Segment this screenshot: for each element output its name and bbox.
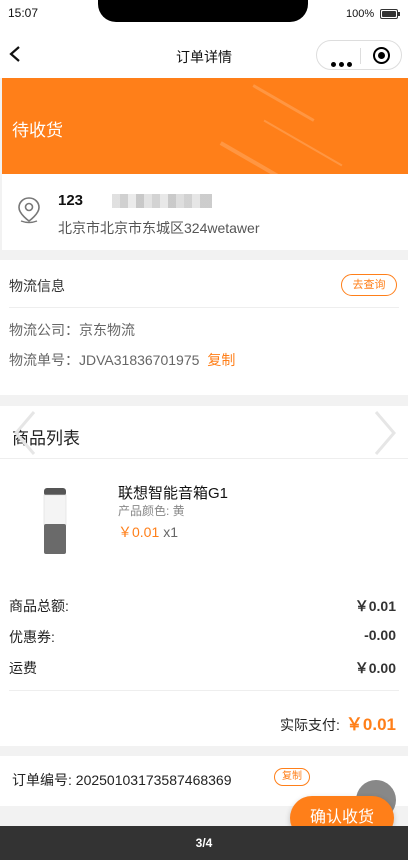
tracking-number-row: 物流单号：JDVA31836701975 复制 — [9, 350, 235, 370]
product-image[interactable] — [38, 486, 72, 556]
summary-label: 运费 — [9, 660, 37, 676]
chevron-left-icon[interactable] — [4, 408, 44, 458]
product-price-row: ￥0.01 x1 — [118, 522, 178, 542]
location-pin-icon — [18, 197, 40, 224]
status-bar: 15:07 100% — [0, 0, 408, 30]
shipping-address-text: 北京市北京市东城区324wetawer — [58, 220, 260, 236]
summary-value: -0.00 — [364, 627, 396, 643]
logistics-company-row: 物流公司：京东物流 — [9, 320, 135, 340]
divider — [0, 458, 408, 459]
capsule-divider — [360, 48, 361, 64]
summary-label: 优惠券: — [9, 629, 55, 645]
track-logistics-button[interactable]: 去查询 — [341, 274, 397, 296]
actual-payment-label: 实际支付: — [280, 717, 340, 733]
shipping-address-card[interactable]: 123 北京市北京市东城区324wetawer — [2, 174, 408, 250]
product-quantity: x1 — [163, 524, 179, 540]
banner-streak-decoration — [252, 84, 315, 122]
product-price: ￥0.01 — [118, 524, 160, 540]
battery-icon — [380, 9, 400, 19]
copy-order-number-button[interactable]: 复制 — [274, 768, 310, 786]
close-mini-program-icon[interactable] — [373, 47, 390, 64]
summary-row-coupon: 优惠券: -0.00 — [9, 627, 396, 647]
actual-payment-amount: ￥0.01 — [345, 715, 396, 734]
divider — [9, 307, 399, 308]
summary-value: ￥0.01 — [354, 598, 396, 614]
order-status-label: 待收货 — [12, 121, 63, 140]
logistics-company-value: 京东物流 — [79, 322, 135, 338]
order-number-text: 订单编号: 20250103173587468369 — [12, 772, 232, 788]
more-menu-icon[interactable] — [331, 54, 355, 72]
summary-value: ￥0.00 — [354, 660, 396, 676]
logistics-title: 物流信息 — [9, 278, 65, 294]
logistics-section: 物流信息 去查询 物流公司：京东物流 物流单号：JDVA31836701975 复… — [0, 260, 408, 395]
battery-percent: 100% — [346, 8, 375, 20]
clock: 15:07 — [8, 6, 39, 20]
banner-streak-decoration — [263, 119, 343, 167]
order-status-banner: 待收货 — [2, 78, 408, 174]
summary-row-subtotal: 商品总额: ￥0.01 — [9, 596, 396, 616]
recipient-phone-redacted — [112, 194, 212, 208]
divider — [9, 690, 399, 691]
chevron-right-icon[interactable] — [366, 408, 406, 458]
summary-row-shipping: 运费 ￥0.00 — [9, 658, 396, 678]
mini-program-capsule — [316, 40, 402, 70]
logistics-company-label: 物流公司： — [9, 322, 79, 338]
tracking-number-label: 物流单号： — [9, 352, 79, 368]
actual-payment-row: 实际支付: ￥0.01 — [280, 710, 396, 735]
summary-label: 商品总额: — [9, 598, 69, 614]
product-spec: 产品颜色: 黄 — [118, 504, 185, 518]
recipient-name: 123 — [58, 192, 84, 209]
page-indicator: 3/4 — [195, 836, 213, 850]
nav-bar: 订单详情 — [0, 30, 408, 78]
product-name[interactable]: 联想智能音箱G1 — [118, 482, 228, 503]
page-indicator-bar: 3/4 — [0, 826, 408, 860]
tracking-number-value: JDVA31836701975 — [79, 352, 200, 368]
goods-section: 商品列表 联想智能音箱G1 产品颜色: 黄 ￥0.01 x1 商品总额: ￥0.0… — [0, 406, 408, 746]
copy-tracking-button[interactable]: 复制 — [207, 352, 235, 368]
camera-notch — [98, 0, 308, 22]
banner-streak-decoration — [219, 141, 309, 174]
